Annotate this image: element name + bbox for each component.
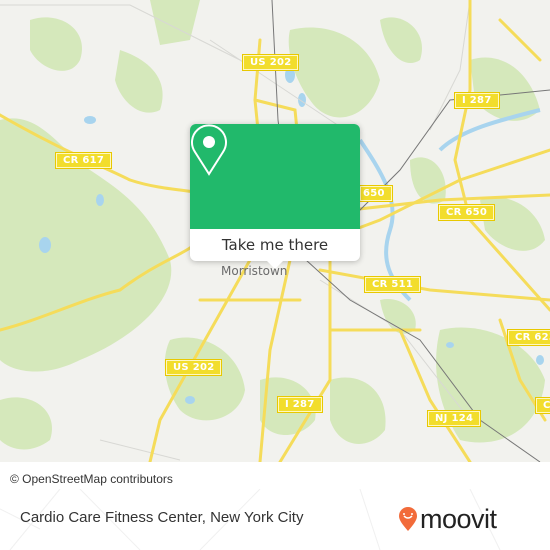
road-shield-i287: I 287 (277, 396, 323, 413)
road-shield-us202: US 202 (164, 359, 223, 376)
road-shield-partial: C (535, 397, 550, 414)
road-shield-cr623: CR 623 (506, 329, 550, 346)
destination-popup[interactable]: Take me there (190, 124, 360, 269)
location-title: Cardio Care Fitness Center, New York Cit… (20, 509, 304, 526)
road-shield-cr650: CR 650 (437, 204, 496, 221)
road-shield-cr511: CR 511 (363, 276, 422, 293)
road-shield-nj124: NJ 124 (426, 410, 482, 427)
popup-header (190, 124, 360, 229)
popup-pointer (267, 261, 283, 269)
road-shield-i287: I 287 (454, 92, 500, 109)
road-shield-cr617: CR 617 (54, 152, 113, 169)
road-shield-us202: US 202 (241, 54, 300, 71)
brand-name: moovit (420, 504, 497, 534)
river (358, 138, 412, 302)
map-attribution[interactable]: © OpenStreetMap contributors (0, 470, 181, 489)
road-shield-cr650: 650 (359, 185, 393, 202)
location-pin-icon (191, 124, 227, 176)
take-me-there-button[interactable]: Take me there (190, 229, 360, 261)
moovit-pin-icon (399, 507, 417, 531)
map-view[interactable]: US 202 I 287 CR 617 650 CR 650 CR 511 CR… (0, 0, 550, 462)
moovit-logo[interactable]: moovit (398, 504, 497, 534)
footer-bar: Cardio Care Fitness Center, New York Cit… (0, 489, 550, 550)
